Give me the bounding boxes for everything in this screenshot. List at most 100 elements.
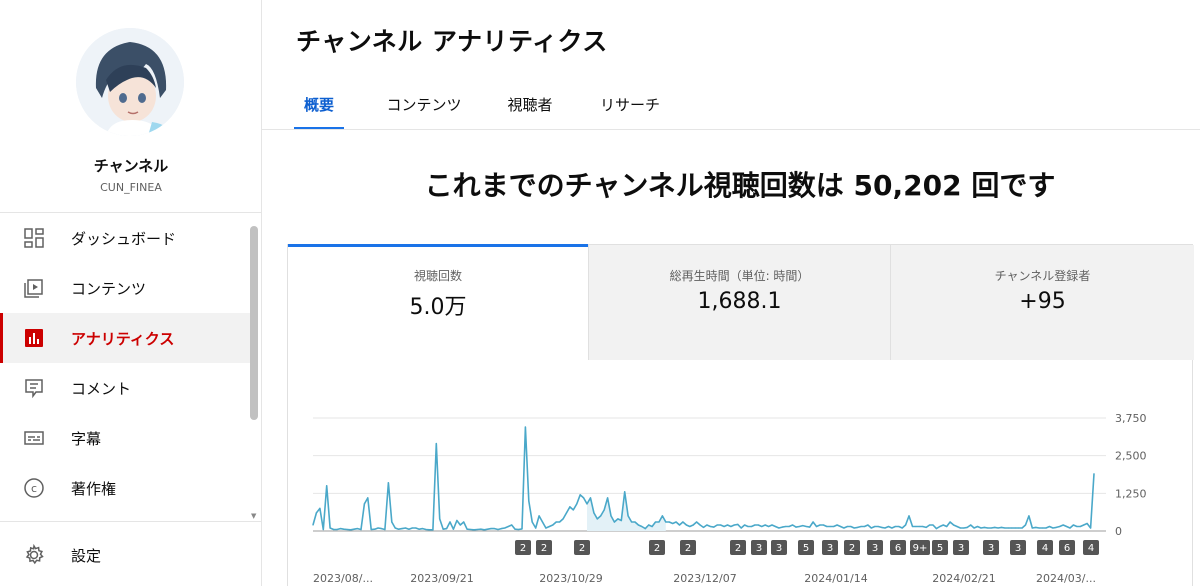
data-point (966, 526, 968, 529)
data-point (634, 521, 636, 523)
data-point (483, 529, 485, 531)
data-point (439, 518, 441, 520)
data-point (476, 528, 478, 531)
data-point (692, 524, 694, 526)
data-point (641, 525, 643, 528)
x-tick-label: 2024/02/21 (932, 572, 995, 585)
data-point (480, 528, 482, 530)
data-point (493, 528, 496, 530)
data-point (953, 524, 955, 526)
data-point (569, 506, 571, 508)
data-point (490, 528, 492, 530)
data-point (963, 527, 965, 529)
data-point (740, 527, 742, 529)
data-point (836, 524, 838, 526)
data-point (922, 525, 924, 528)
data-point (822, 524, 825, 526)
data-point (672, 522, 674, 525)
data-point (356, 528, 359, 530)
annotation-marker-label: 3 (872, 543, 878, 554)
data-point (517, 528, 520, 531)
data-point (781, 526, 783, 528)
data-point (918, 525, 920, 528)
data-point (1086, 522, 1088, 525)
data-point (452, 528, 454, 530)
data-point (418, 528, 420, 530)
data-point (1052, 527, 1054, 529)
data-point (350, 529, 352, 531)
data-point (377, 527, 379, 529)
data-point (929, 524, 931, 526)
data-point (391, 521, 393, 523)
data-point (511, 524, 513, 526)
annotation-marker-label: 6 (1064, 543, 1070, 554)
data-point (593, 512, 595, 514)
data-point (863, 525, 866, 528)
data-point (1066, 525, 1068, 528)
data-point (1069, 527, 1071, 529)
data-point (535, 527, 537, 529)
x-tick-label: 2024/01/14 (804, 572, 867, 585)
data-point (1011, 527, 1013, 529)
x-tick-label: 2023/12/07 (673, 572, 736, 585)
data-point (367, 497, 369, 499)
data-point (658, 521, 660, 523)
data-point (387, 482, 389, 484)
data-point (312, 524, 314, 526)
views-line-chart: 0 1,250 2,500 3,750 2 2 2 2 2 2 3 3 5 3 2 3 6 9+ 5 3 3 3 4 6 4 20… (312, 412, 1147, 585)
data-point (668, 521, 670, 523)
data-point (1093, 473, 1095, 475)
data-point (819, 524, 821, 526)
data-point (1007, 527, 1010, 529)
data-point (720, 524, 722, 526)
data-point (778, 527, 780, 529)
data-point (833, 525, 835, 528)
data-point (733, 524, 735, 526)
data-point (785, 525, 787, 528)
data-point (415, 527, 417, 529)
data-point (384, 528, 386, 531)
data-point (446, 528, 448, 530)
data-point (997, 527, 999, 529)
data-point (333, 528, 335, 531)
data-point (572, 509, 574, 511)
data-point (624, 491, 626, 493)
annotation-marker-label: 4 (1088, 543, 1094, 554)
data-point (788, 525, 790, 528)
data-point (815, 525, 818, 528)
annotation-marker-label: 2 (735, 543, 741, 554)
data-point (774, 525, 777, 528)
data-point (583, 497, 585, 499)
data-point (805, 525, 807, 528)
data-point (456, 519, 458, 522)
y-tick-label: 2,500 (1115, 450, 1147, 463)
data-point (706, 524, 708, 526)
data-point (514, 528, 516, 530)
data-point (915, 525, 917, 528)
data-point (374, 528, 376, 530)
data-point (935, 528, 938, 530)
data-point (586, 503, 588, 505)
views-series-line (312, 426, 1095, 531)
data-point (463, 521, 465, 523)
data-point (1076, 525, 1078, 528)
data-point (990, 527, 992, 529)
data-point (487, 528, 489, 530)
data-point (507, 525, 509, 528)
data-point (1000, 526, 1003, 529)
annotation-marker-label: 3 (1015, 543, 1021, 554)
data-point (798, 525, 801, 528)
data-point (665, 521, 667, 523)
data-point (449, 521, 451, 523)
data-point (631, 521, 633, 523)
data-point (596, 518, 598, 520)
data-point (538, 515, 540, 517)
data-point (504, 527, 506, 529)
annotation-marker-label: 2 (520, 543, 526, 554)
x-tick-label: 2023/10/29 (539, 572, 602, 585)
data-point (603, 509, 605, 511)
data-point (600, 515, 602, 517)
data-point (754, 524, 756, 526)
data-point (1048, 525, 1051, 528)
data-point (579, 494, 581, 496)
